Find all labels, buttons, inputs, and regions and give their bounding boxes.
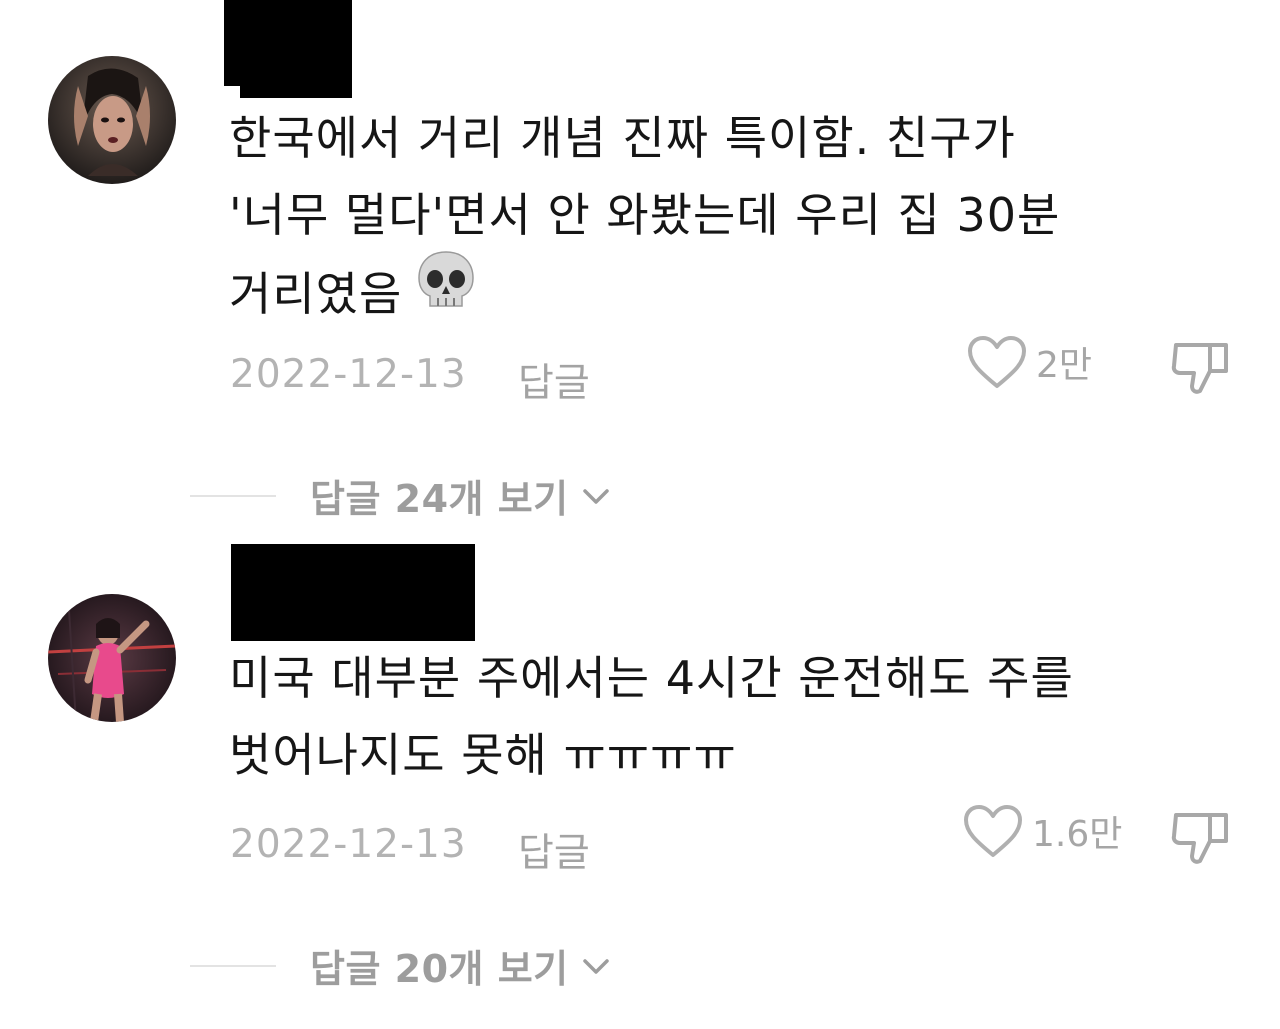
like-button[interactable]: 1.6만 bbox=[962, 803, 1122, 859]
avatar[interactable] bbox=[48, 56, 176, 184]
comment-line: 벗어나지도 못해 ㅠㅠㅠㅠ bbox=[229, 728, 737, 782]
like-count: 2만 bbox=[1036, 345, 1093, 386]
chevron-down-icon bbox=[582, 958, 609, 974]
avatar[interactable] bbox=[48, 594, 176, 722]
skull-emoji bbox=[414, 248, 478, 335]
thumbs-down-outline-icon[interactable] bbox=[1170, 807, 1232, 867]
chevron-down-icon bbox=[582, 488, 609, 504]
reply-button[interactable]: 답글 bbox=[518, 822, 590, 878]
redacted-username-extension bbox=[240, 60, 352, 98]
view-replies-label: 답글 20개 보기 bbox=[310, 947, 569, 991]
view-replies-button[interactable]: 답글 24개 보기 bbox=[190, 468, 611, 523]
view-replies-button[interactable]: 답글 20개 보기 bbox=[190, 938, 611, 993]
comment-line: 미국 대부분 주에서는 4시간 운전해도 주를 bbox=[229, 651, 1074, 705]
view-replies-label: 답글 24개 보기 bbox=[310, 477, 569, 521]
heart-outline-icon bbox=[964, 805, 1022, 857]
redacted-username bbox=[231, 544, 475, 641]
comment-date: 2022-12-13 bbox=[230, 352, 467, 397]
divider bbox=[190, 964, 276, 967]
comment-line: 한국에서 거리 개념 진짜 특이함. 친구가 bbox=[229, 111, 1016, 165]
comment-text: 한국에서 거리 개념 진짜 특이함. 친구가 '너무 멀다'면서 안 와봤는데 … bbox=[229, 100, 1209, 341]
reply-button[interactable]: 답글 bbox=[518, 352, 590, 408]
comment-date: 2022-12-13 bbox=[230, 822, 467, 867]
comment-text: 미국 대부분 주에서는 4시간 운전해도 주를 벗어나지도 못해 ㅠㅠㅠㅠ bbox=[229, 640, 1209, 794]
thumbs-down-outline-icon[interactable] bbox=[1170, 337, 1232, 397]
like-count: 1.6만 bbox=[1032, 814, 1123, 855]
divider bbox=[190, 494, 276, 497]
like-button[interactable]: 2만 bbox=[966, 334, 1092, 390]
heart-outline-icon bbox=[968, 336, 1026, 388]
comment-line: 거리였음 bbox=[229, 267, 403, 321]
comment-line: '너무 멀다'면서 안 와봤는데 우리 집 30분 bbox=[229, 188, 1061, 242]
